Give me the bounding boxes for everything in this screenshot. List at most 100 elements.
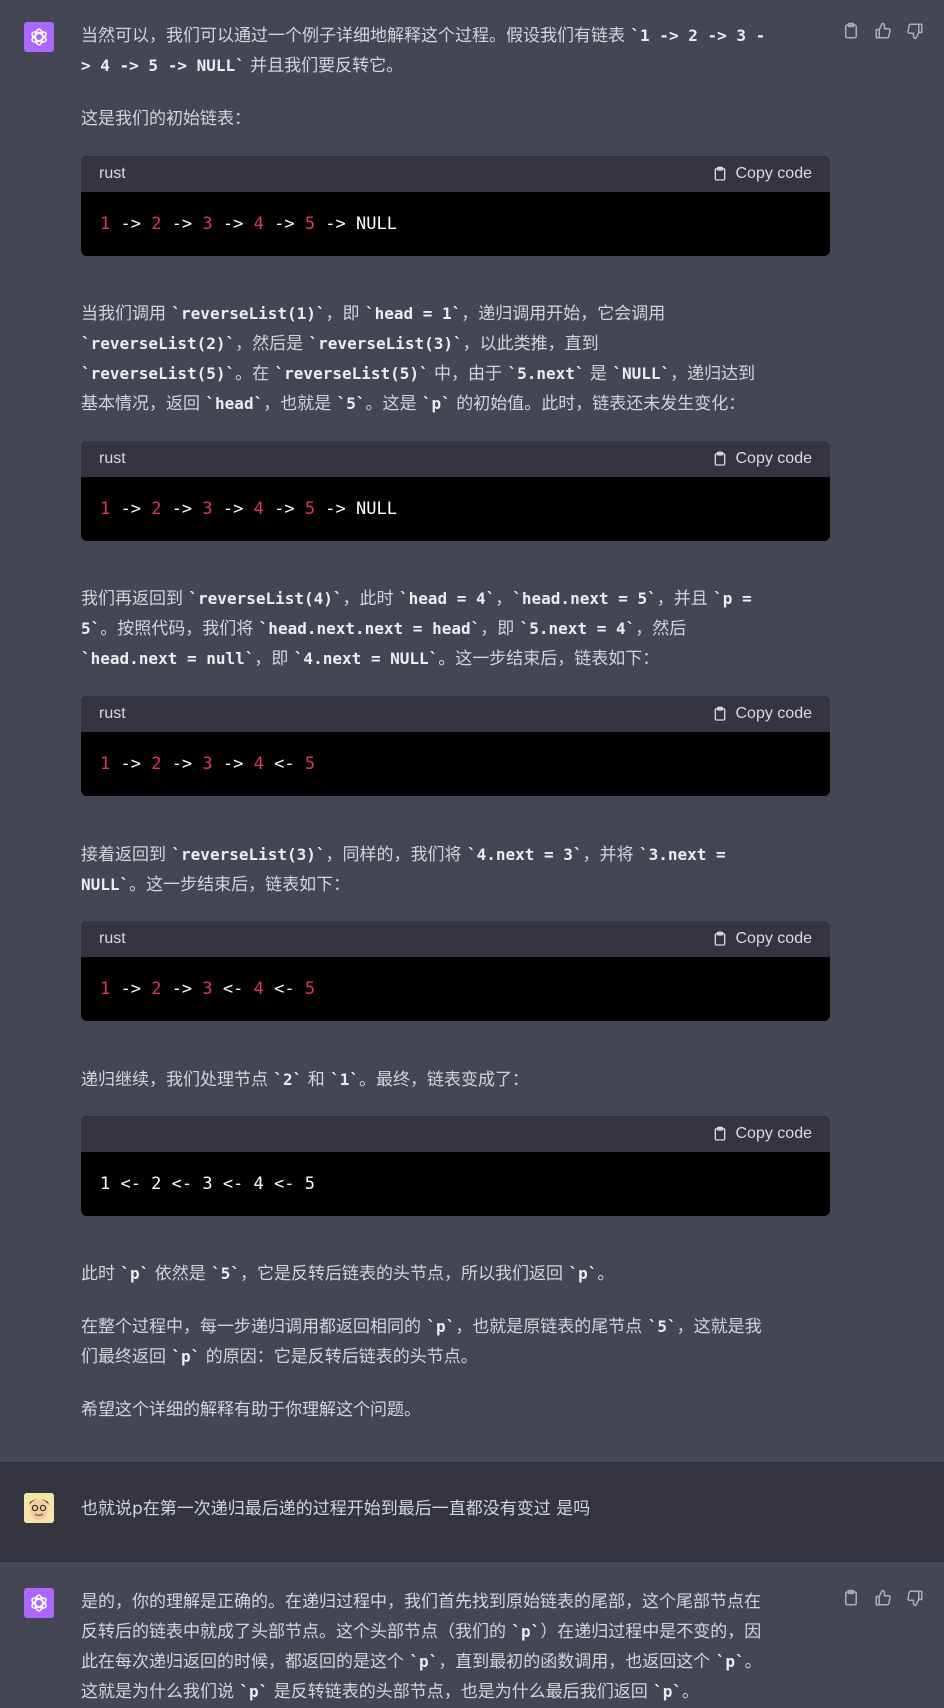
copy-icon[interactable] <box>842 22 860 40</box>
inline-code: 5` <box>81 619 101 638</box>
code-body: 1 -> 2 -> 3 -> 4 <- 5 <box>81 732 830 796</box>
inline-code: `reverseList(1)` <box>171 304 326 323</box>
text: ，递归调用开始，它会调用 <box>461 304 666 324</box>
code-token: 5 <box>304 499 316 519</box>
paragraph: 当我们调用 `reverseList(1)`，即 `head = 1`，递归调用… <box>81 299 830 419</box>
text: ，也就是原链表的尾节点 <box>455 1317 648 1337</box>
thumbs-down-icon[interactable] <box>906 22 924 40</box>
code-token: -> <box>110 979 152 999</box>
code-body: 1 -> 2 -> 3 -> 4 -> 5 -> NULL <box>81 477 830 541</box>
text: 基本情况，返回 <box>81 394 206 414</box>
paragraph: 此时 `p` 依然是 `5`，它是反转后链表的头节点，所以我们返回 `p`。 <box>81 1259 830 1289</box>
text: ，此时 <box>342 589 399 609</box>
text: 和 <box>302 1070 331 1090</box>
code-token: 2 <box>151 979 162 999</box>
inline-code: `p` <box>653 1682 683 1701</box>
inline-code: `5.next = 4` <box>519 619 636 638</box>
copy-code-button[interactable]: Copy code <box>712 705 812 723</box>
text: 的原因：它是反转后链表的头节点。 <box>200 1347 478 1367</box>
code-token: -> <box>110 499 152 519</box>
code-token: 3 <box>202 214 213 234</box>
text: ，这就是我 <box>676 1317 762 1337</box>
code-text: 1 <- 2 <- 3 <- 4 <- 5 <box>100 1174 315 1194</box>
inline-code: `head.next.next = head` <box>258 619 481 638</box>
code-header: Copy code <box>81 1116 830 1152</box>
text: 们最终返回 <box>81 1347 172 1367</box>
inline-code: `5` <box>647 1317 677 1336</box>
chatgpt-avatar <box>24 1588 54 1618</box>
inline-code: `head.next = null` <box>81 649 255 668</box>
text: 是 <box>584 364 613 384</box>
inline-code: `p` <box>171 1347 201 1366</box>
paragraph: 也就说p在第一次递归最后递的过程开始到最后一直都没有变过 是吗 <box>81 1494 830 1524</box>
code-header: rust Copy code <box>81 441 830 477</box>
text: ，它是反转后链表的头节点，所以我们返回 <box>240 1264 569 1284</box>
text: 当然可以，我们可以通过一个例子详细地解释这个过程。假设我们有链表 <box>81 26 631 46</box>
code-token: 5 <box>304 754 316 774</box>
copy-code-button[interactable]: Copy code <box>712 450 813 468</box>
inline-code: `reverseList(5)` <box>81 364 236 383</box>
paragraph: 希望这个详细的解释有助于你理解这个问题。 <box>81 1395 830 1425</box>
code-token: 1 <box>100 499 111 519</box>
code-body: 1 -> 2 -> 3 -> 4 -> 5 -> NULL <box>81 192 830 256</box>
text: 的初始值。此时，链表还未发生变化： <box>450 394 746 414</box>
inline-code: `5` <box>211 1264 241 1283</box>
copy-code-button[interactable]: Copy code <box>712 165 813 183</box>
clipboard-icon <box>712 1126 728 1142</box>
copy-code-button[interactable]: Copy code <box>712 930 812 948</box>
text: 。在 <box>235 364 275 384</box>
text: 此在每次递归返回的时候，都返回的是这个 <box>81 1652 410 1672</box>
text: 。这一步结束后，链表如下： <box>129 875 351 895</box>
assistant-message: 当然可以，我们可以通过一个例子详细地解释这个过程。假设我们有链表 `1 -> 2… <box>0 0 944 1462</box>
inline-code: `p = <box>713 589 752 608</box>
text: ）在递归过程中是不变的，因 <box>540 1622 762 1642</box>
copy-code-label: Copy code <box>735 450 813 467</box>
thumbs-up-icon[interactable] <box>874 1589 892 1607</box>
thumbs-down-icon[interactable] <box>906 1589 924 1607</box>
user-face-icon <box>24 1493 54 1523</box>
inline-code: `2` <box>273 1070 303 1089</box>
code-block: rust Copy code 1 -> 2 -> 3 -> 4 -> 5 -> … <box>81 156 830 256</box>
copy-code-label: Copy code <box>735 165 813 182</box>
code-token: 4 <box>253 754 264 774</box>
code-language: rust <box>99 165 126 182</box>
text: 。 <box>597 1264 615 1284</box>
inline-code: `5` <box>336 394 366 413</box>
text: 是的，你的理解是正确的。在递归过程中，我们首先找到原始链表的尾部，这个尾部节点在 <box>81 1592 761 1612</box>
openai-logo-icon <box>28 26 50 48</box>
inline-code: `1` <box>330 1070 360 1089</box>
user-message-text: 也就说p在第一次递归最后递的过程开始到最后一直都没有变过 是吗 <box>81 1499 591 1519</box>
text: 。最终，链表变成了： <box>359 1070 530 1090</box>
clipboard-icon <box>712 166 728 182</box>
code-language: rust <box>99 930 126 947</box>
inline-code: `reverseList(2)` <box>81 334 236 353</box>
thumbs-up-icon[interactable] <box>874 22 892 40</box>
code-header: rust Copy code <box>81 696 830 732</box>
message-actions <box>842 22 924 40</box>
text: 接着返回到 <box>81 845 172 865</box>
copy-icon[interactable] <box>842 1589 860 1607</box>
inline-code: `p` <box>426 1317 456 1336</box>
user-message: 也就说p在第一次递归最后递的过程开始到最后一直都没有变过 是吗 <box>0 1462 944 1562</box>
text: ，并将 <box>582 845 639 865</box>
code-token: 2 <box>151 214 162 234</box>
text: 此时 <box>81 1264 121 1284</box>
inline-code: `p` <box>511 1622 541 1641</box>
code-token: <- <box>212 979 254 999</box>
code-token: 1 <box>100 979 111 999</box>
copy-code-button[interactable]: Copy code <box>712 1125 812 1143</box>
code-header: rust Copy code <box>81 156 830 192</box>
text: 递归继续，我们处理节点 <box>81 1070 274 1090</box>
code-body: 1 -> 2 -> 3 <- 4 <- 5 <box>81 957 830 1021</box>
code-block: rust Copy code 1 -> 2 -> 3 -> 4 <- 5 <box>81 696 830 796</box>
code-language: rust <box>99 450 126 467</box>
inline-code: `reverseList(4)` <box>188 589 343 608</box>
inline-code: `p` <box>421 394 451 413</box>
code-header: rust Copy code <box>81 921 830 957</box>
code-token: 3 <box>202 979 213 999</box>
text: ，并且 <box>656 589 714 609</box>
text: ，即 <box>254 649 294 669</box>
code-token: -> <box>161 214 203 234</box>
code-token: 3 <box>202 499 213 519</box>
code-token: 2 <box>151 754 162 774</box>
